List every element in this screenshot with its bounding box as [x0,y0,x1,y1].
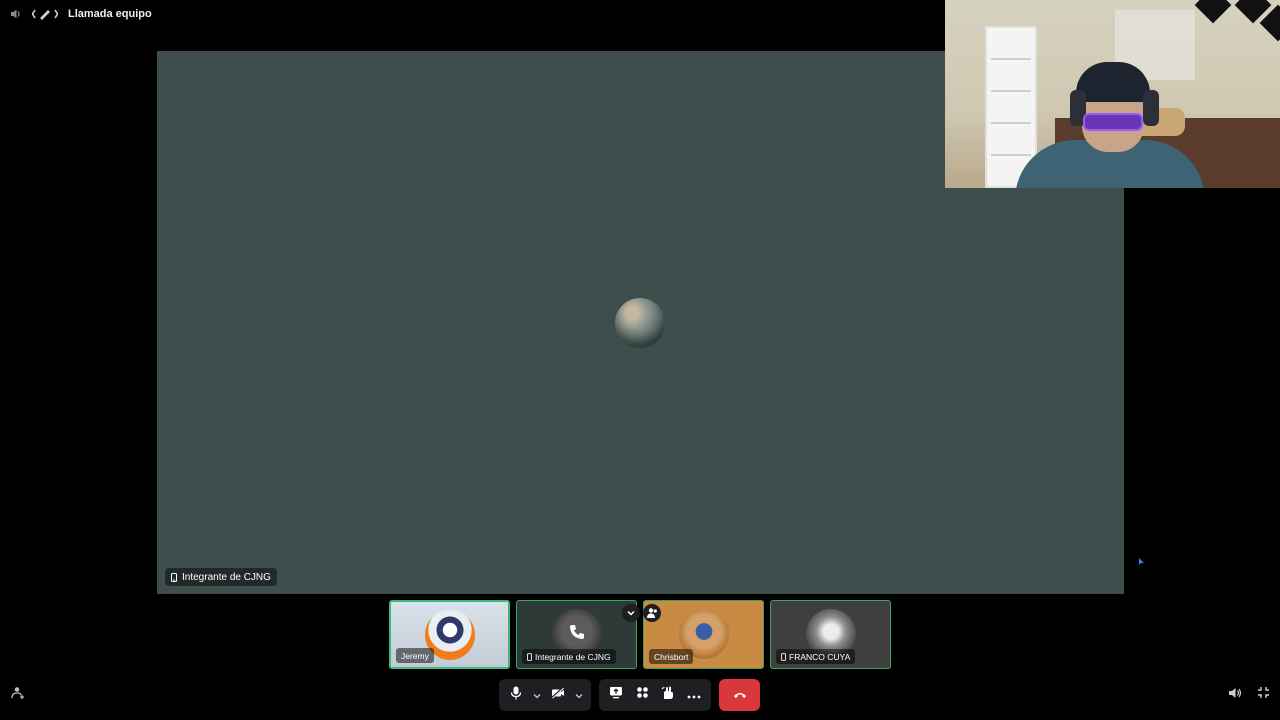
camera-button[interactable] [547,684,569,706]
audio-video-group [499,679,591,711]
tile-name-label: Integrante de CJNG [522,649,616,664]
microphone-options-button[interactable] [531,684,543,706]
activities-icon [636,686,649,704]
tile-name-label: Chrisbort [649,649,694,664]
microphone-icon [510,686,522,705]
voice-activity-icon [11,686,25,705]
participant-tile-franco-cuya[interactable]: FRANCO CUYA [770,600,891,669]
mobile-phone-icon [171,572,177,582]
call-title: Llamada equipo [68,8,152,20]
volume-icon [1228,686,1242,705]
stage-participant-label: Integrante de CJNG [165,568,277,586]
more-icon [687,686,701,704]
phone-icon [568,623,586,646]
exit-fullscreen-icon [1257,686,1270,704]
soundboard-button[interactable] [657,684,679,706]
stage-channel-icon [32,8,58,20]
call-controls [499,679,760,711]
call-header: Llamada equipo [10,8,152,20]
screen-share-button[interactable] [605,684,627,706]
speaker-icon[interactable] [10,8,22,20]
chevron-down-icon [575,686,583,704]
add-person-icon[interactable] [643,604,661,622]
chevron-down-icon[interactable] [622,604,640,622]
activities-button[interactable] [631,684,653,706]
camera-off-icon [551,686,565,704]
participant-tile-jeremy[interactable]: Jeremy [389,600,510,669]
hang-up-icon [733,686,747,704]
stage-participant-name: Integrante de CJNG [182,571,271,583]
mobile-phone-icon [781,652,786,661]
hang-up-button[interactable] [719,679,760,711]
exit-fullscreen-button[interactable] [1254,686,1272,704]
participant-tile-chrisbort[interactable]: Chrisbort [643,600,764,669]
tile-name-label: FRANCO CUYA [776,649,856,664]
screen-share-icon [609,686,623,704]
self-camera-view[interactable] [945,0,1280,188]
soundboard-icon [661,686,675,705]
chevron-down-icon [533,686,541,704]
participant-avatar [615,298,665,348]
participant-tile-integrante[interactable]: Integrante de CJNG [516,600,637,669]
voice-activity-button[interactable] [9,686,27,704]
mouse-cursor [1139,553,1145,571]
tile-name-label: Jeremy [396,648,434,663]
microphone-button[interactable] [505,684,527,706]
camera-options-button[interactable] [573,684,585,706]
share-activity-group [599,679,711,711]
volume-button[interactable] [1226,686,1244,704]
more-options-button[interactable] [683,684,705,706]
tile-hover-actions [622,604,661,622]
mobile-phone-icon [527,652,532,661]
